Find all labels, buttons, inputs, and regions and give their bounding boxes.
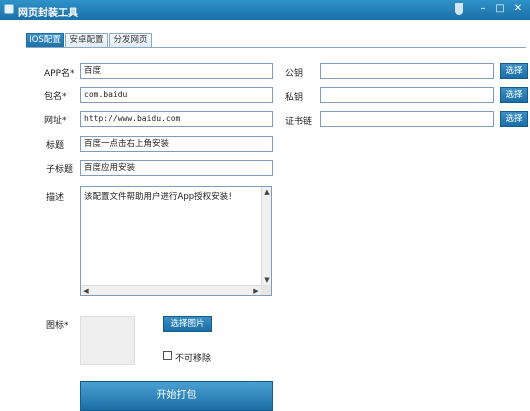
- description-label: 描述: [46, 193, 65, 203]
- tab-panel-border: [26, 47, 526, 48]
- app-name-label: APP名*: [44, 69, 75, 79]
- tab-ios[interactable]: IOS配置: [26, 33, 64, 48]
- url-input[interactable]: http://www.baidu.com: [80, 111, 273, 127]
- horizontal-scrollbar[interactable]: ◀ ▶: [81, 285, 261, 295]
- subtitle-label: 子标题: [46, 165, 74, 175]
- title-input[interactable]: 百度一点击右上角安装: [80, 136, 273, 152]
- description-text: 该配置文件帮助用户进行App授权安装！: [84, 192, 237, 202]
- app-name-input[interactable]: 百度: [80, 63, 273, 79]
- app-icon: [4, 4, 14, 14]
- window-title: 网页封装工具: [18, 8, 78, 19]
- url-label: 网址*: [44, 116, 67, 126]
- shield-icon: [455, 3, 463, 15]
- tab-android[interactable]: 安卓配置: [65, 33, 108, 48]
- public-key-label: 公钥: [285, 69, 304, 79]
- non-removable-checkbox[interactable]: [163, 351, 172, 360]
- icon-label: 图标*: [46, 321, 69, 331]
- scroll-corner: [261, 285, 271, 295]
- scroll-left-icon[interactable]: ◀: [81, 286, 91, 296]
- select-private-key-button[interactable]: 选择: [500, 87, 528, 103]
- scroll-right-icon[interactable]: ▶: [251, 286, 261, 296]
- tab-distribution-page[interactable]: 分发网页: [109, 33, 152, 48]
- start-packaging-button[interactable]: 开始打包: [80, 381, 273, 411]
- private-key-input[interactable]: [320, 87, 494, 103]
- subtitle-input[interactable]: 百度应用安装: [80, 160, 273, 176]
- minimize-button[interactable]: –: [477, 3, 489, 15]
- icon-preview: [80, 316, 135, 365]
- private-key-label: 私钥: [285, 93, 304, 103]
- package-name-input[interactable]: com.baidu: [80, 87, 273, 103]
- certificate-chain-input[interactable]: [320, 111, 494, 127]
- description-textarea[interactable]: 该配置文件帮助用户进行App授权安装！ ▲ ▼ ◀ ▶: [80, 186, 272, 296]
- package-name-label: 包名*: [44, 92, 67, 102]
- scroll-down-icon[interactable]: ▼: [262, 275, 272, 285]
- select-certificate-button[interactable]: 选择: [500, 111, 528, 127]
- public-key-input[interactable]: [320, 63, 494, 79]
- title-bar: 网页封装工具 – □ ✕: [0, 0, 530, 20]
- choose-image-button[interactable]: 选择图片: [163, 316, 212, 332]
- vertical-scrollbar[interactable]: ▲ ▼: [261, 187, 271, 285]
- select-public-key-button[interactable]: 选择: [500, 63, 528, 79]
- close-button[interactable]: ✕: [512, 3, 524, 15]
- certificate-chain-label: 证书链: [285, 117, 313, 127]
- scroll-up-icon[interactable]: ▲: [262, 187, 272, 197]
- maximize-button[interactable]: □: [494, 3, 506, 15]
- non-removable-label: 不可移除: [175, 354, 212, 364]
- title-label: 标题: [46, 141, 65, 151]
